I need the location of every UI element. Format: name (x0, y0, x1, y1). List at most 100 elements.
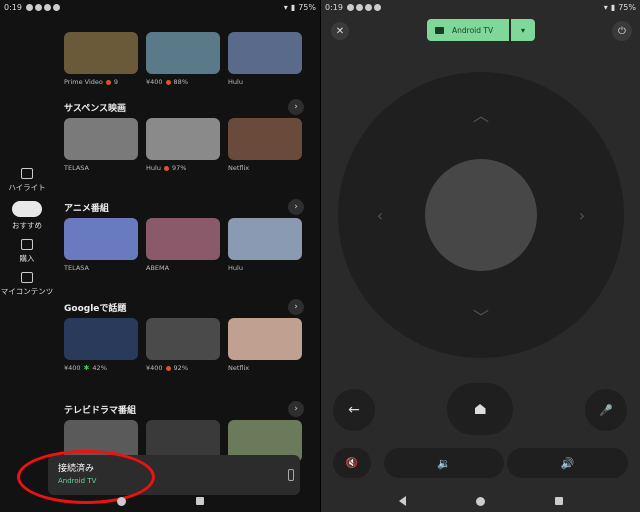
dpad-up-icon[interactable]: ︿ (471, 104, 491, 125)
provider-label: Hulu (228, 264, 243, 272)
tile-meta: Prime Video 9 (64, 78, 138, 86)
provider-label: TELASA (64, 264, 89, 272)
recents-nav-icon[interactable] (554, 497, 563, 505)
remote-control: 0:19 ▾ ▮ 75% ✕ Android TV ▾ ⏻ ︿ ﹀ ‹ › ← … (321, 0, 640, 512)
tile-meta: TELASA (64, 264, 138, 272)
status-right: ▾ ▮ 75% (284, 3, 316, 12)
provider-label: Hulu (146, 164, 161, 172)
provider-label: ¥400 (146, 364, 163, 372)
battery-level: 75% (618, 2, 636, 12)
dpad-down-icon[interactable]: ﹀ (471, 306, 491, 327)
provider-label: ¥400 (146, 78, 163, 86)
rating-label: 97% (171, 164, 187, 172)
thumbnail (228, 318, 302, 360)
content-tile[interactable]: TELASA (64, 218, 138, 272)
tomato-icon (165, 365, 171, 371)
close-button[interactable]: ✕ (331, 22, 349, 40)
splat-icon: ✱ (83, 364, 90, 372)
highlights-icon (21, 168, 33, 179)
content-section: Googleで話題 › ¥400 ✱ 42% ¥400 92% Netflix (64, 299, 320, 372)
tile-row: Prime Video 9 ¥400 88% Hulu (64, 32, 320, 86)
back-button[interactable]: ← (333, 389, 375, 431)
section-title: サスペンス映画 (64, 103, 127, 114)
wifi-icon: ▾ (283, 2, 288, 12)
tile-row: TELASA Hulu 97% Netflix (64, 118, 320, 172)
tomato-icon (165, 79, 171, 85)
tile-meta: ¥400 92% (146, 364, 220, 372)
volume-down-button[interactable]: 🔉 (384, 448, 504, 478)
notification-icons (346, 3, 381, 11)
tomato-icon (105, 79, 111, 85)
rail-label: マイコンテンツ (0, 287, 54, 296)
home-button[interactable] (447, 383, 513, 435)
rail-for-you[interactable]: おすすめ (0, 201, 54, 231)
thumbnail (146, 218, 220, 260)
content-tile[interactable]: ABEMA (146, 218, 220, 272)
power-button[interactable]: ⏻ (612, 21, 632, 41)
content-tile[interactable]: Prime Video 9 (64, 32, 138, 86)
provider-label: Hulu (228, 78, 243, 86)
dpad-right-icon[interactable]: › (572, 205, 592, 225)
provider-label: ¥400 (64, 364, 81, 372)
section-more-icon[interactable]: › (288, 199, 304, 215)
provider-label: TELASA (64, 164, 89, 172)
dpad-select-button[interactable] (425, 159, 537, 271)
tile-meta: ABEMA (146, 264, 220, 272)
content-section: Prime Video 9 ¥400 88% Hulu (64, 14, 320, 86)
tomato-icon (163, 165, 169, 171)
for-you-icon (12, 201, 42, 217)
device-name: Android TV (452, 25, 494, 35)
content-tile[interactable]: ¥400 92% (146, 318, 220, 372)
content-tile[interactable]: Hulu (228, 32, 302, 86)
rating-label: 88% (173, 78, 188, 86)
provider-label: Netflix (228, 364, 250, 372)
remote-icon[interactable] (288, 469, 294, 481)
provider-label: Netflix (228, 164, 250, 172)
content-tile[interactable]: Hulu 97% (146, 118, 220, 172)
section-more-icon[interactable]: › (288, 299, 304, 315)
dpad: ︿ ﹀ ‹ › (338, 72, 624, 358)
status-bar: 0:19 ▾ ▮ 75% (321, 0, 640, 14)
thumbnail (146, 32, 220, 74)
tile-meta: ¥400 88% (146, 78, 220, 86)
status-time: 0:19 (4, 2, 22, 12)
system-nav-bar (321, 490, 640, 512)
rating-label: 92% (173, 364, 188, 372)
home-icon (474, 404, 486, 414)
content-tile[interactable]: ¥400 ✱ 42% (64, 318, 138, 372)
content-tile[interactable]: Netflix (228, 318, 302, 372)
home-nav-icon[interactable] (116, 496, 126, 506)
thumbnail (228, 118, 302, 160)
content-tile[interactable]: TELASA (64, 118, 138, 172)
battery-level: 75% (298, 2, 316, 12)
content-tile[interactable]: Netflix (228, 118, 302, 172)
device-selector[interactable]: Android TV (427, 19, 509, 41)
thumbnail (64, 218, 138, 260)
section-more-icon[interactable]: › (288, 99, 304, 115)
content-tile[interactable]: ¥400 88% (146, 32, 220, 86)
system-nav-bar (0, 490, 320, 512)
section-more-icon[interactable]: › (288, 401, 304, 417)
chevron-down-icon[interactable]: ▾ (511, 19, 535, 41)
mic-button[interactable]: 🎤 (585, 389, 627, 431)
content-tile[interactable]: Hulu (228, 218, 302, 272)
thumbnail (146, 318, 220, 360)
mute-button[interactable]: 🔇 (333, 448, 371, 478)
rail-shop[interactable]: 購入 (0, 239, 54, 264)
back-nav-icon[interactable] (398, 496, 406, 506)
dpad-left-icon[interactable]: ‹ (370, 205, 390, 225)
tile-row: ¥400 ✱ 42% ¥400 92% Netflix (64, 318, 320, 372)
provider-label: ABEMA (146, 264, 170, 272)
rail-library[interactable]: マイコンテンツ (0, 272, 54, 297)
tile-meta: TELASA (64, 164, 138, 172)
rating-label: 9 (113, 78, 119, 86)
volume-up-button[interactable]: 🔊 (507, 448, 628, 478)
provider-label: Prime Video (64, 78, 103, 86)
status-right: ▾ ▮ 75% (604, 3, 636, 12)
rail-highlights[interactable]: ハイライト (0, 168, 54, 193)
nav-rail: ハイライト おすすめ 購入 マイコンテンツ (0, 168, 54, 301)
tile-meta: Hulu (228, 264, 302, 272)
recents-nav-icon[interactable] (195, 497, 204, 505)
tile-meta: ¥400 ✱ 42% (64, 364, 138, 372)
home-nav-icon[interactable] (475, 496, 485, 506)
